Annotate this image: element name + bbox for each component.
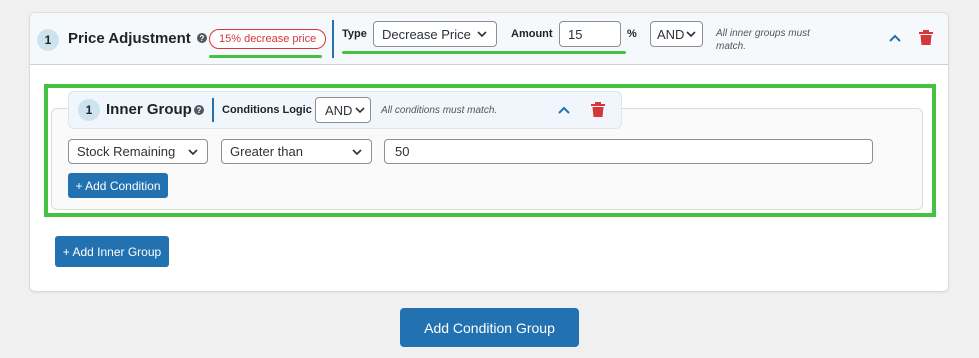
- add-inner-group-button[interactable]: + Add Inner Group: [55, 236, 169, 267]
- collapse-chevron-up-icon[interactable]: [886, 29, 904, 47]
- group-number-badge: 1: [37, 29, 59, 51]
- trash-icon[interactable]: [917, 28, 935, 46]
- type-label: Type: [342, 28, 367, 40]
- group-title: Price Adjustment: [68, 30, 191, 47]
- section-divider: [332, 20, 334, 58]
- annotation-highlight-box: [44, 84, 936, 217]
- annotation-underline: [209, 55, 322, 58]
- chevron-down-icon: [477, 31, 487, 38]
- type-select[interactable]: Decrease Price: [373, 21, 497, 47]
- annotation-underline: [342, 51, 626, 54]
- adjustment-summary-badge: 15% decrease price: [209, 29, 327, 49]
- amount-input[interactable]: 15: [559, 21, 621, 47]
- group-logic-note: All inner groups must match.: [716, 28, 810, 52]
- group-logic-select[interactable]: AND: [650, 21, 703, 47]
- amount-label: Amount: [511, 28, 553, 40]
- chevron-down-icon: [686, 31, 696, 38]
- type-select-value: Decrease Price: [382, 26, 471, 42]
- group-logic-value: AND: [657, 26, 685, 42]
- amount-unit: %: [627, 28, 637, 40]
- help-icon[interactable]: ?: [197, 33, 207, 43]
- add-condition-group-button[interactable]: Add Condition Group: [400, 308, 579, 347]
